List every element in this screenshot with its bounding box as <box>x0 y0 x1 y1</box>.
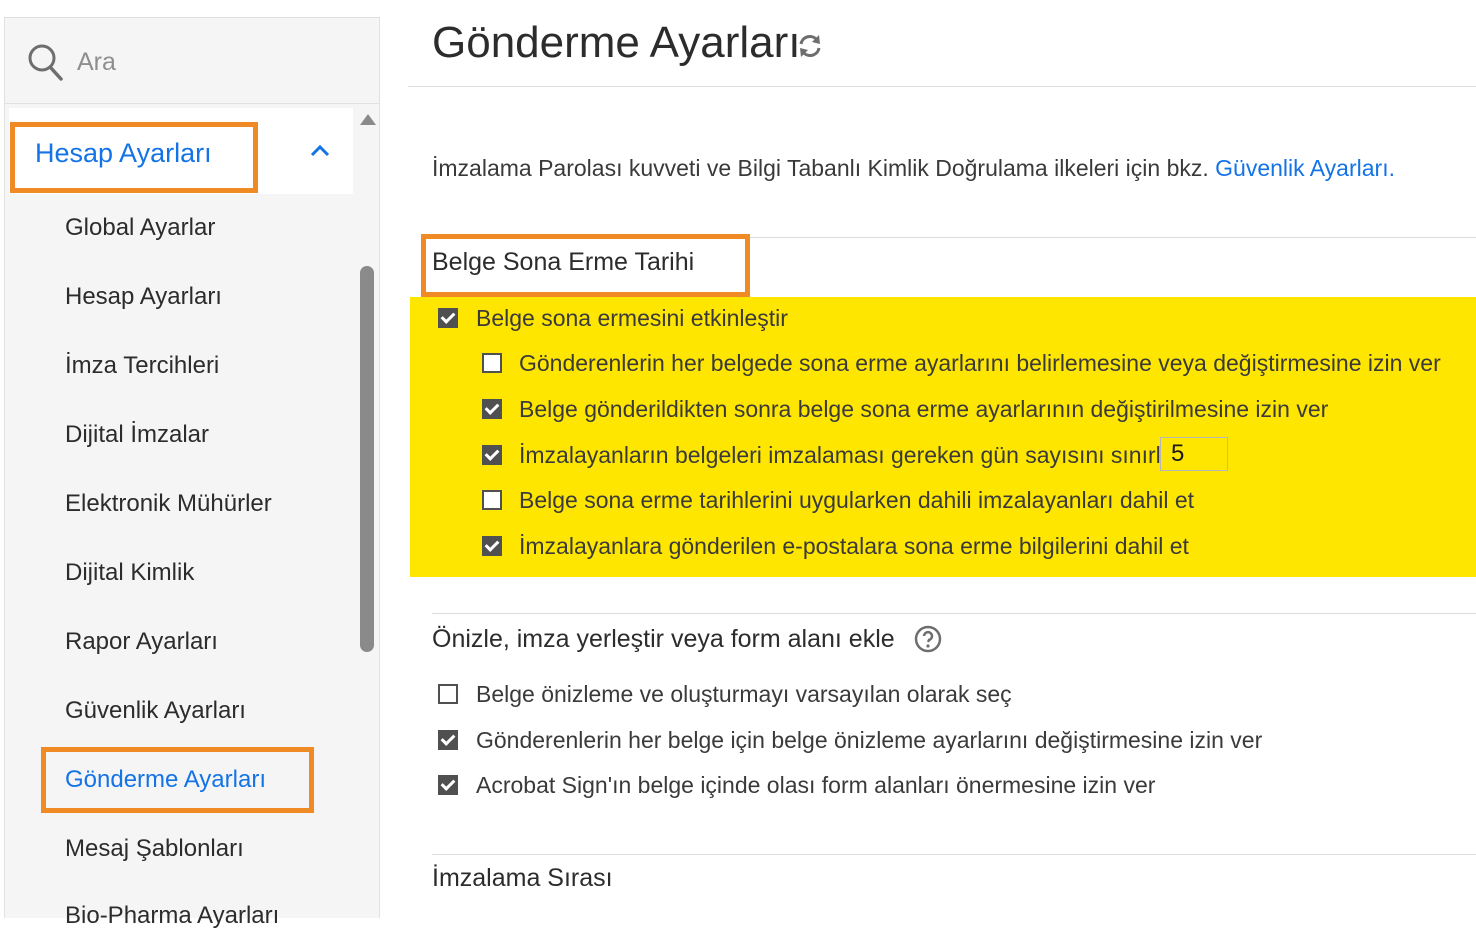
sidebar-scrollbar[interactable] <box>360 266 374 652</box>
info-text: İmzalama Parolası kuvveti ve Bilgi Taban… <box>432 155 1395 182</box>
info-text-suffix: . <box>1388 155 1395 181</box>
sidebar-item-signature-preferences[interactable]: İmza Tercihleri <box>65 352 219 380</box>
include-internal-signers-label: Belge sona erme tarihlerini uygularken d… <box>519 487 1195 513</box>
limit-signing-days-checkbox[interactable] <box>482 445 502 465</box>
sidebar-item-electronic-seals[interactable]: Elektronik Mühürler <box>65 490 272 518</box>
search-icon <box>28 44 63 81</box>
allow-change-preview-checkbox[interactable] <box>438 730 458 750</box>
sidebar-item-global-settings[interactable]: Global Ayarlar <box>65 214 215 242</box>
allow-senders-set-expiration-label: Gönderenlerin her belgede sona erme ayar… <box>519 350 1441 376</box>
page-title: Gönderme Ayarları <box>432 18 801 67</box>
allow-change-after-send-checkbox[interactable] <box>482 399 502 419</box>
include-expiration-in-emails-checkbox[interactable] <box>482 536 502 556</box>
section-divider <box>432 854 1476 855</box>
enable-expiration-label: Belge sona ermesini etkinleştir <box>476 305 788 331</box>
info-text-body: İmzalama Parolası kuvveti ve Bilgi Taban… <box>432 155 1216 181</box>
refresh-icon[interactable] <box>796 32 824 60</box>
sidebar-item-digital-identity[interactable]: Dijital Kimlik <box>65 559 194 587</box>
search-bar[interactable]: Ara <box>5 18 379 104</box>
signing-days-input[interactable]: 5 <box>1160 437 1228 471</box>
section-divider <box>432 613 1476 614</box>
preview-default-checkbox[interactable] <box>438 684 458 704</box>
annotation-box-expiration-title <box>421 234 750 297</box>
search-input[interactable]: Ara <box>77 48 116 77</box>
annotation-box-send-settings <box>41 747 314 813</box>
sidebar-item-digital-signatures[interactable]: Dijital İmzalar <box>65 421 209 449</box>
suggest-form-fields-checkbox[interactable] <box>438 775 458 795</box>
header-divider <box>408 86 1476 87</box>
sidebar-item-account-settings[interactable]: Hesap Ayarları <box>65 283 222 311</box>
sidebar-item-message-templates[interactable]: Mesaj Şablonları <box>65 835 244 863</box>
chevron-up-icon[interactable] <box>309 143 331 157</box>
annotation-box-account-settings <box>10 122 258 193</box>
sidebar-item-report-settings[interactable]: Rapor Ayarları <box>65 628 218 656</box>
enable-expiration-checkbox[interactable] <box>438 308 458 328</box>
allow-change-after-send-label: Belge gönderildikten sonra belge sona er… <box>519 396 1329 422</box>
include-internal-signers-checkbox[interactable] <box>482 490 502 510</box>
section-title-preview: Önizle, imza yerleştir veya form alanı e… <box>432 625 895 653</box>
section-title-signing-order: İmzalama Sırası <box>432 864 613 892</box>
scroll-up-arrow-icon[interactable] <box>359 113 377 127</box>
sidebar-item-bio-pharma-settings[interactable]: Bio-Pharma Ayarları <box>65 902 279 930</box>
limit-signing-days-label: İmzalayanların belgeleri imzalaması gere… <box>519 442 1180 468</box>
suggest-form-fields-label: Acrobat Sign'ın belge içinde olası form … <box>476 772 1156 798</box>
security-settings-link[interactable]: Güvenlik Ayarları <box>1215 155 1388 181</box>
allow-senders-set-expiration-checkbox[interactable] <box>482 353 502 373</box>
include-expiration-in-emails-label: İmzalayanlara gönderilen e-postalara son… <box>519 533 1189 559</box>
allow-change-preview-label: Gönderenlerin her belge için belge önizl… <box>476 727 1263 753</box>
help-icon[interactable] <box>914 625 942 653</box>
preview-default-label: Belge önizleme ve oluşturmayı varsayılan… <box>476 681 1012 707</box>
sidebar-item-security-settings[interactable]: Güvenlik Ayarları <box>65 697 246 725</box>
